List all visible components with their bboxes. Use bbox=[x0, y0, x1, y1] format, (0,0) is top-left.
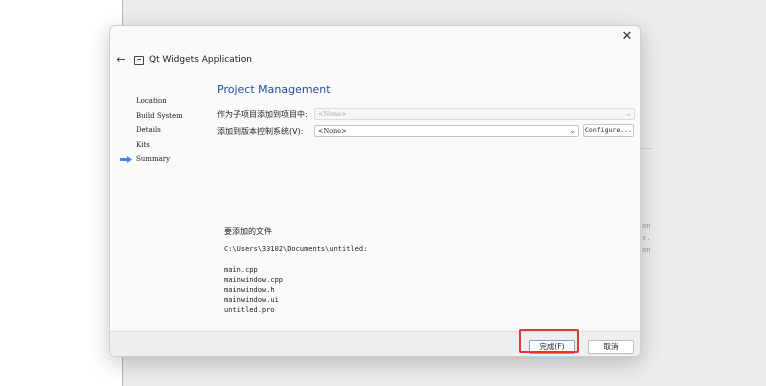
file-item: mainwindow.ui bbox=[224, 296, 279, 304]
background-separator bbox=[640, 148, 652, 149]
subproject-combobox: <None> ⌄ bbox=[314, 108, 635, 120]
step-details: Details bbox=[136, 126, 161, 135]
vcs-combobox[interactable]: <None> ⌄ bbox=[314, 125, 579, 137]
chevron-down-icon: ⌄ bbox=[569, 126, 576, 135]
close-button[interactable]: ✕ bbox=[618, 29, 636, 45]
file-list: main.cpp mainwindow.cpp mainwindow.h mai… bbox=[224, 265, 283, 315]
step-location: Location bbox=[136, 97, 167, 105]
step-kits: Kits bbox=[136, 140, 150, 149]
file-item: untitled.pro bbox=[224, 306, 275, 314]
arrow-left-icon: ← bbox=[116, 53, 126, 66]
background-text: on bbox=[642, 222, 651, 230]
configure-button[interactable]: Configure... bbox=[583, 124, 634, 137]
new-project-wizard-dialog: ✕ ← Qt Widgets Application Location Buil… bbox=[109, 25, 641, 357]
background-left-panel bbox=[0, 0, 122, 386]
background-text: on bbox=[642, 246, 651, 254]
file-item: mainwindow.cpp bbox=[224, 276, 284, 284]
back-button[interactable]: ← bbox=[114, 53, 128, 67]
chevron-down-icon: ⌄ bbox=[625, 109, 632, 118]
close-icon: ✕ bbox=[621, 29, 633, 44]
page-title: Project Management bbox=[217, 83, 331, 96]
window-icon bbox=[134, 56, 144, 65]
subproject-label: 作为子项目添加到项目中: bbox=[217, 110, 308, 119]
vcs-label: 添加到版本控制系统(V): bbox=[217, 127, 304, 136]
wizard-steps-sidebar: Location Build System Details Kits Summa… bbox=[118, 94, 208, 167]
finish-button[interactable]: 完成(F) bbox=[529, 340, 575, 354]
file-item: mainwindow.h bbox=[224, 286, 275, 294]
files-to-add-heading: 要添加的文件 bbox=[224, 227, 272, 236]
background-text: s. bbox=[642, 234, 651, 242]
files-path: C:\Users\33102\Documents\untitled: bbox=[224, 245, 368, 253]
cancel-button[interactable]: 取消 bbox=[588, 340, 634, 354]
dialog-footer: 完成(F) 取消 bbox=[110, 331, 640, 356]
step-build-system: Build System bbox=[136, 111, 183, 120]
window-title: Qt Widgets Application bbox=[149, 55, 253, 65]
file-item: main.cpp bbox=[224, 266, 258, 274]
step-summary-current: Summary bbox=[118, 152, 208, 167]
arrow-right-icon bbox=[120, 156, 132, 164]
